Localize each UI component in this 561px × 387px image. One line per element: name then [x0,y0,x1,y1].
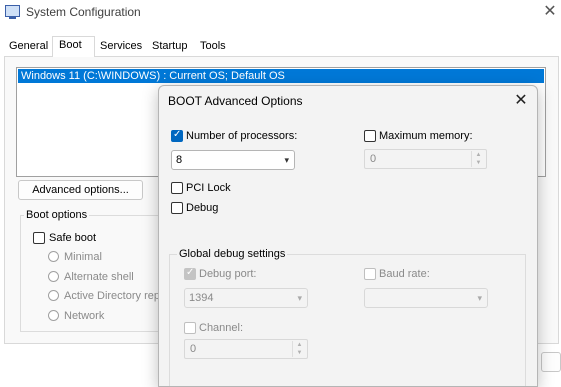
network-radio[interactable] [48,310,59,321]
tab-startup[interactable]: Startup [152,38,187,54]
channel-checkbox[interactable] [184,322,196,334]
spin-up-icon[interactable]: ▲ [472,151,485,159]
safe-boot-checkbox[interactable] [33,232,45,244]
maximum-memory-spinner[interactable]: 0 ▲ ▼ [364,149,487,169]
spin-down-icon[interactable]: ▼ [472,159,485,167]
boot-options-label: Boot options [24,209,90,221]
global-debug-settings-label: Global debug settings [177,248,288,260]
baud-rate-checkbox[interactable] [364,268,376,280]
tab-tools[interactable]: Tools [200,38,226,54]
chevron-down-icon: ▾ [284,155,289,165]
safe-boot-label: Safe boot [49,232,97,244]
debug-port-select[interactable]: 1394 ▾ [184,288,308,308]
window-title: System Configuration [26,5,141,19]
dialog-title: BOOT Advanced Options [168,94,303,108]
debug-checkbox[interactable] [171,202,183,214]
tab-strip: General Boot Services Startup Tools [0,36,561,57]
baud-rate-label: Baud rate: [379,268,430,280]
title-bar: System Configuration ✕ [0,0,561,28]
tab-general[interactable]: General [9,38,48,54]
network-label: Network [64,310,105,322]
system-configuration-icon [5,5,20,19]
debug-port-value: 1394 [189,292,214,304]
active-directory-repair-radio[interactable] [48,290,59,301]
maximum-memory-checkbox[interactable] [364,130,376,142]
alternate-shell-label: Alternate shell [64,271,134,283]
channel-spinner[interactable]: 0 ▲ ▼ [184,339,308,359]
alternate-shell-radio[interactable] [48,271,59,282]
pci-lock-checkbox[interactable] [171,182,183,194]
channel-label: Channel: [199,322,244,334]
baud-rate-select[interactable]: ▾ [364,288,488,308]
channel-value: 0 [190,343,197,355]
number-of-processors-select[interactable]: 8 ▾ [171,150,295,170]
dialog-button-partial[interactable] [541,352,561,372]
number-of-processors-value: 8 [176,154,183,166]
tab-boot[interactable]: Boot [52,36,95,57]
spin-arrows: ▲ ▼ [471,151,485,167]
debug-port-checkbox[interactable] [184,267,196,280]
maximum-memory-value: 0 [370,153,377,165]
os-list-item[interactable]: Windows 11 (C:\WINDOWS) : Current OS; De… [18,69,544,83]
number-of-processors-checkbox[interactable] [171,129,183,142]
minimal-label: Minimal [64,251,102,263]
chevron-down-icon: ▾ [297,293,302,303]
spin-up-icon[interactable]: ▲ [293,341,306,349]
debug-port-label: Debug port: [199,268,257,280]
spin-down-icon[interactable]: ▼ [293,349,306,357]
pci-lock-label: PCI Lock [186,182,231,194]
debug-label: Debug [186,202,219,214]
dialog-close-button[interactable]: ✕ [510,90,532,112]
active-directory-repair-label: Active Directory repair [64,290,173,302]
minimal-radio[interactable] [48,251,59,262]
chevron-down-icon: ▾ [477,293,482,303]
advanced-options-button[interactable]: Advanced options... [18,180,143,200]
spin-arrows: ▲ ▼ [292,341,306,357]
close-window-button[interactable]: ✕ [540,2,560,22]
boot-advanced-options-dialog: BOOT Advanced Options ✕ Number of proces… [158,85,538,387]
number-of-processors-label: Number of processors: [186,130,298,142]
maximum-memory-label: Maximum memory: [379,130,473,142]
tab-services[interactable]: Services [100,38,142,54]
